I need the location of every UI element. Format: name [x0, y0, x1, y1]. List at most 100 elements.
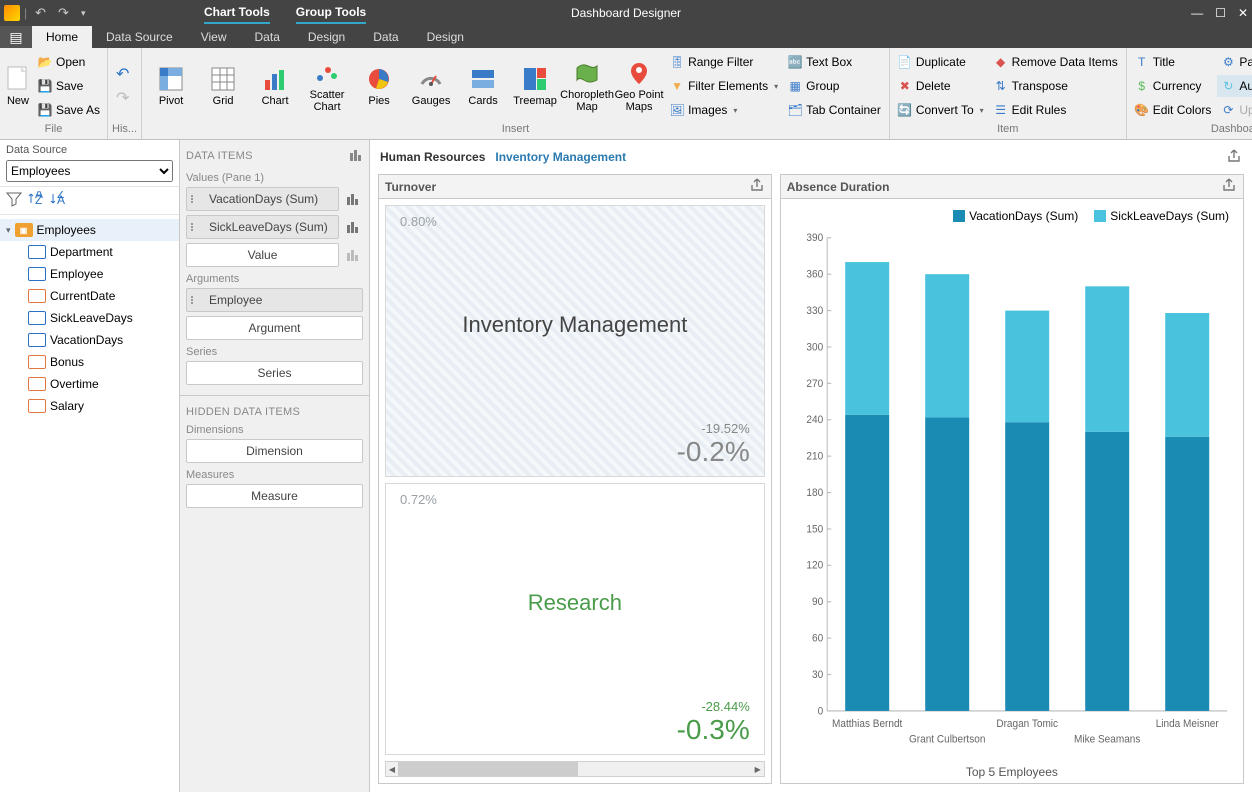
argument-slot-empty[interactable]: Argument	[186, 316, 363, 340]
turnover-export-icon[interactable]	[749, 177, 765, 196]
field-employee[interactable]: abEmployee	[0, 263, 179, 285]
file-menu-button[interactable]: ▤	[0, 26, 32, 48]
value-slot-1[interactable]: VacationDays (Sum)	[186, 187, 339, 211]
value-slot-2-opts[interactable]	[343, 215, 363, 239]
tab-data-2[interactable]: Data	[359, 26, 412, 48]
series-slot-empty[interactable]: Series	[186, 361, 363, 385]
insert-chart[interactable]: Chart	[250, 50, 300, 122]
automatic-updates-button[interactable]: ↻Automatic Updates	[1217, 75, 1252, 97]
delete-button[interactable]: ✖Delete	[894, 75, 988, 97]
tab-design-1[interactable]: Design	[294, 26, 359, 48]
dimension-slot-empty[interactable]: Dimension	[186, 439, 363, 463]
save-button[interactable]: 💾Save	[34, 75, 104, 97]
tab-design-2[interactable]: Design	[413, 26, 478, 48]
field-overtime[interactable]: 1.2Overtime	[0, 373, 179, 395]
tree-root[interactable]: ▾ ▣ Employees	[0, 219, 179, 241]
tab-datasource[interactable]: Data Source	[92, 26, 187, 48]
export-dashboard-icon[interactable]	[1226, 148, 1242, 167]
svg-text:Z: Z	[35, 193, 42, 207]
insert-grid[interactable]: Grid	[198, 50, 248, 122]
new-button[interactable]: New	[4, 50, 32, 122]
argument-slot-1[interactable]: Employee	[186, 288, 363, 312]
collapse-icon[interactable]: ▾	[6, 225, 11, 236]
update-button[interactable]: ⟳Update	[1217, 99, 1252, 121]
currency-button[interactable]: $Currency	[1131, 75, 1216, 97]
svg-text:300: 300	[806, 341, 823, 354]
tab-data-1[interactable]: Data	[241, 26, 294, 48]
title-button[interactable]: TTitle	[1131, 51, 1216, 73]
maximize-icon[interactable]: ☐	[1215, 6, 1226, 20]
group-button[interactable]: ▦Group	[784, 75, 885, 97]
field-type-icon: 1.2	[28, 399, 46, 413]
measures-label: Measures	[186, 469, 363, 481]
group-label-insert: Insert	[146, 123, 885, 139]
remove-data-items-button[interactable]: ◆Remove Data Items	[990, 51, 1122, 73]
datasource-select[interactable]: Employees	[6, 160, 173, 182]
kpi-inventory[interactable]: 0.80% Inventory Management -19.52%-0.2%	[385, 205, 765, 477]
kpi-research[interactable]: 0.72% Research -28.44%-0.3%	[385, 483, 765, 755]
scroll-right-icon[interactable]: ▶	[752, 762, 764, 776]
undo-button[interactable]: ↶	[112, 63, 133, 85]
field-type-icon: 1.2	[28, 355, 46, 369]
insert-treemap[interactable]: Treemap	[510, 50, 560, 122]
filter-icon[interactable]	[6, 191, 22, 210]
field-currentdate[interactable]: ◔CurrentDate	[0, 285, 179, 307]
convert-to-button[interactable]: 🔄Convert To▾	[894, 99, 988, 121]
insert-choropleth-map[interactable]: Choropleth Map	[562, 50, 612, 122]
field-sickleavedays[interactable]: 123SickLeaveDays	[0, 307, 179, 329]
series-label: Series	[186, 346, 363, 358]
turnover-hscroll[interactable]: ◀ ▶	[385, 761, 765, 777]
absence-card: Absence Duration VacationDays (Sum) Sick…	[780, 174, 1244, 784]
svg-text:0: 0	[817, 705, 823, 718]
value-slot-empty-opts[interactable]	[343, 243, 363, 267]
field-type-icon: ab	[28, 267, 46, 281]
insert-geo-point-maps[interactable]: Geo Point Maps	[614, 50, 664, 122]
breadcrumb-b[interactable]: Inventory Management	[495, 150, 626, 164]
sort-asc-icon[interactable]: AZ	[28, 191, 44, 210]
field-bonus[interactable]: 1.2Bonus	[0, 351, 179, 373]
parameters-button[interactable]: ⚙Parameters	[1217, 51, 1252, 73]
field-type-icon: 1.2	[28, 377, 46, 391]
context-tab-chart[interactable]: Chart Tools	[204, 5, 270, 24]
qat-dropdown-icon[interactable]: ▾	[77, 8, 90, 19]
insert-pivot[interactable]: Pivot	[146, 50, 196, 122]
close-icon[interactable]: ✕	[1238, 6, 1248, 20]
redo-button[interactable]: ↷	[112, 87, 133, 109]
insert-cards[interactable]: Cards	[458, 50, 508, 122]
sort-desc-icon[interactable]: ZA	[50, 191, 66, 210]
insert-pies[interactable]: Pies	[354, 50, 404, 122]
insert-gauges[interactable]: Gauges	[406, 50, 456, 122]
filter-elements-button[interactable]: ▼Filter Elements▾	[666, 75, 782, 97]
dataitems-options-icon[interactable]	[349, 148, 363, 165]
chart-subtitle: Top 5 Employees	[791, 763, 1233, 779]
field-vacationdays[interactable]: 123VacationDays	[0, 329, 179, 351]
minimize-icon[interactable]: —	[1191, 6, 1203, 20]
value-slot-1-opts[interactable]	[343, 187, 363, 211]
range-filter-button[interactable]: 🎚Range Filter	[666, 51, 782, 73]
value-slot-empty[interactable]: Value	[186, 243, 339, 267]
scroll-left-icon[interactable]: ◀	[386, 762, 398, 776]
saveas-button[interactable]: 💾Save As	[34, 99, 104, 121]
tab-home[interactable]: Home	[32, 26, 92, 48]
field-salary[interactable]: 1.2Salary	[0, 395, 179, 417]
redo-icon[interactable]: ↷	[54, 5, 73, 21]
insert-scatter-chart[interactable]: Scatter Chart	[302, 50, 352, 122]
value-slot-2[interactable]: SickLeaveDays (Sum)	[186, 215, 339, 239]
field-department[interactable]: abDepartment	[0, 241, 179, 263]
edit-rules-button[interactable]: ☰Edit Rules	[990, 99, 1122, 121]
breadcrumb-a[interactable]: Human Resources	[380, 150, 485, 164]
edit-colors-button[interactable]: 🎨Edit Colors	[1131, 99, 1216, 121]
transpose-button[interactable]: ⇅Transpose	[990, 75, 1122, 97]
hidden-title: HIDDEN DATA ITEMS	[186, 406, 363, 418]
context-tab-group[interactable]: Group Tools	[296, 5, 366, 24]
measure-slot-empty[interactable]: Measure	[186, 484, 363, 508]
tab-container-button[interactable]: 🗂Tab Container	[784, 99, 885, 121]
images-button[interactable]: 🖼Images▾	[666, 99, 782, 121]
open-button[interactable]: 📂Open	[34, 51, 104, 73]
scroll-thumb[interactable]	[398, 762, 578, 776]
duplicate-button[interactable]: 📄Duplicate	[894, 51, 988, 73]
absence-export-icon[interactable]	[1221, 177, 1237, 196]
undo-icon[interactable]: ↶	[31, 5, 50, 21]
tab-view[interactable]: View	[187, 26, 241, 48]
text-box-button[interactable]: 🔤Text Box	[784, 51, 885, 73]
